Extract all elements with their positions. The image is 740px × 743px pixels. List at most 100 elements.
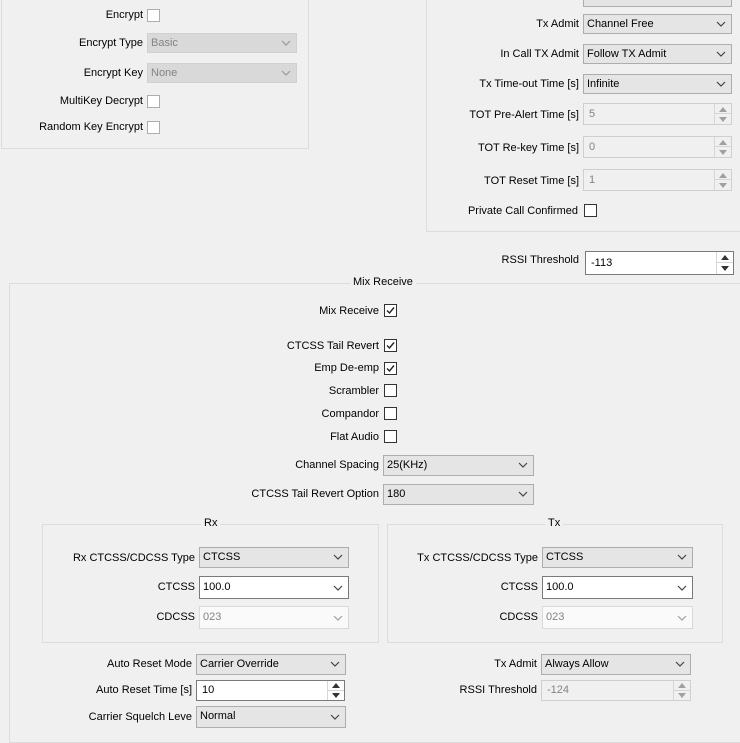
spin-down-icon (721, 266, 729, 271)
tx-cdcss-select[interactable]: 023 (542, 606, 693, 629)
tx-timeout-value: Infinite (587, 78, 620, 90)
mix-receive-group-title: Mix Receive (350, 276, 416, 288)
ctcss-tail-revert-checkbox[interactable] (384, 339, 397, 352)
channel-spacing-value: 25(KHz) (387, 459, 428, 471)
chevron-down-icon (716, 21, 726, 27)
in-call-tx-admit-label: In Call TX Admit (500, 48, 579, 60)
tx-admit-select[interactable]: Channel Free (583, 14, 732, 34)
spin-up-button[interactable] (715, 170, 731, 180)
spin-down-icon (678, 692, 686, 698)
spin-up-icon (721, 255, 729, 260)
spin-down-icon (332, 692, 340, 698)
tx-ctcss-select[interactable]: 100.0 (542, 576, 693, 599)
carrier-squelch-level-value: Normal (200, 710, 236, 722)
multikey-decrypt-checkbox[interactable] (147, 95, 160, 108)
carrier-squelch-level-select[interactable]: Normal (196, 706, 346, 728)
bottom-tx-admit-value: Always Allow (545, 658, 609, 670)
channel-spacing-select[interactable]: 25(KHz) (383, 455, 534, 476)
bottom-rssi-threshold-value: -124 (547, 684, 570, 696)
spin-down-button[interactable] (715, 180, 731, 190)
emp-de-emp-label: Emp De-emp (314, 362, 379, 374)
random-key-encrypt-label: Random Key Encrypt (39, 121, 143, 133)
random-key-encrypt-checkbox[interactable] (147, 121, 160, 134)
compandor-label: Compandor (321, 408, 379, 420)
chevron-down-icon (281, 70, 291, 76)
chevron-down-icon (716, 81, 726, 87)
chevron-down-icon (716, 51, 726, 57)
private-call-confirmed-checkbox[interactable] (584, 204, 597, 217)
encrypt-key-label: Encrypt Key (83, 67, 143, 79)
tx-ctcss-value: 100.0 (546, 581, 574, 593)
spin-down-button[interactable] (715, 114, 731, 124)
rx-cdcss-label: CDCSS (156, 611, 195, 623)
tot-reset-label: TOT Reset Time [s] (484, 175, 579, 187)
multikey-decrypt-label: MultiKey Decrypt (59, 95, 143, 107)
chevron-down-icon (281, 40, 291, 46)
spin-buttons (716, 252, 733, 274)
chevron-down-icon (677, 585, 687, 591)
encrypt-label: Encrypt (105, 9, 143, 21)
spin-up-button[interactable] (674, 681, 690, 691)
bottom-rssi-threshold-spinbox[interactable]: -124 (541, 680, 691, 701)
spin-down-icon (719, 183, 727, 188)
flat-audio-label: Flat Audio (330, 431, 379, 443)
tx-cdcss-value: 023 (546, 611, 565, 623)
encrypt-key-select[interactable]: None (147, 63, 297, 83)
chevron-down-icon (333, 585, 343, 591)
spin-up-icon (678, 683, 686, 688)
encrypt-type-select[interactable]: Basic (147, 33, 297, 53)
spin-up-button[interactable] (715, 104, 731, 114)
in-call-tx-admit-value: Follow TX Admit (587, 48, 667, 60)
mix-receive-label: Mix Receive (319, 305, 379, 317)
tot-reset-spinbox[interactable]: 1 (583, 169, 732, 191)
tot-rekey-spinbox[interactable]: 0 (583, 136, 732, 158)
ctcss-tail-revert-option-label: CTCSS Tail Revert Option (251, 488, 379, 500)
spin-buttons (673, 681, 690, 700)
encrypt-type-value: Basic (151, 37, 178, 49)
in-call-tx-admit-select[interactable]: Follow TX Admit (583, 44, 732, 64)
private-call-confirmed-label: Private Call Confirmed (467, 205, 578, 217)
auto-reset-mode-select[interactable]: Carrier Override (196, 654, 346, 675)
rssi-threshold-spinbox[interactable]: -113 (585, 251, 734, 275)
rx-cdcss-select[interactable]: 023 (199, 606, 349, 629)
chevron-down-icon (677, 615, 687, 621)
tx-ctcss-cdcss-type-select[interactable]: CTCSS (542, 547, 693, 568)
tx-ctcss-cdcss-type-label: Tx CTCSS/CDCSS Type (417, 552, 538, 564)
bottom-tx-admit-select[interactable]: Always Allow (541, 654, 691, 675)
rx-cdcss-value: 023 (203, 611, 222, 623)
ctcss-tail-revert-option-select[interactable]: 180 (383, 484, 534, 505)
chevron-down-icon (518, 491, 528, 497)
tx-admit-value: Channel Free (587, 18, 654, 30)
flat-audio-checkbox[interactable] (384, 430, 397, 443)
bottom-tx-admit-label: Tx Admit (494, 658, 537, 670)
spin-down-button[interactable] (674, 691, 690, 701)
rx-ctcss-select[interactable]: 100.0 (199, 576, 349, 599)
rx-ctcss-cdcss-type-value: CTCSS (203, 551, 241, 563)
spin-up-icon (719, 107, 727, 112)
spin-up-button[interactable] (717, 252, 733, 263)
tx-timeout-select[interactable]: Infinite (583, 74, 732, 94)
chevron-down-icon (518, 462, 528, 468)
spin-down-button[interactable] (328, 691, 344, 701)
spin-up-button[interactable] (715, 137, 731, 147)
auto-reset-time-spinbox[interactable]: 10 (196, 680, 345, 701)
mix-receive-checkbox[interactable] (384, 304, 397, 317)
spin-up-icon (332, 683, 340, 688)
spin-buttons (327, 681, 344, 700)
encrypt-checkbox[interactable] (147, 9, 160, 22)
compandor-checkbox[interactable] (384, 407, 397, 420)
spin-buttons (714, 104, 731, 124)
tot-reset-value: 1 (589, 174, 596, 186)
rx-ctcss-cdcss-type-select[interactable]: CTCSS (199, 547, 349, 568)
spin-down-button[interactable] (715, 147, 731, 157)
scrambler-label: Scrambler (328, 385, 379, 397)
tot-pre-alert-spinbox[interactable]: 5 (583, 103, 732, 125)
chevron-down-icon (677, 554, 687, 560)
scrambler-checkbox[interactable] (384, 384, 397, 397)
tx-group-title: Tx (545, 517, 564, 529)
tx-cdcss-label: CDCSS (499, 611, 538, 623)
emp-de-emp-checkbox[interactable] (384, 362, 397, 375)
spin-up-button[interactable] (328, 681, 344, 691)
spin-down-button[interactable] (717, 263, 733, 274)
top-cut-select[interactable] (583, 0, 732, 7)
